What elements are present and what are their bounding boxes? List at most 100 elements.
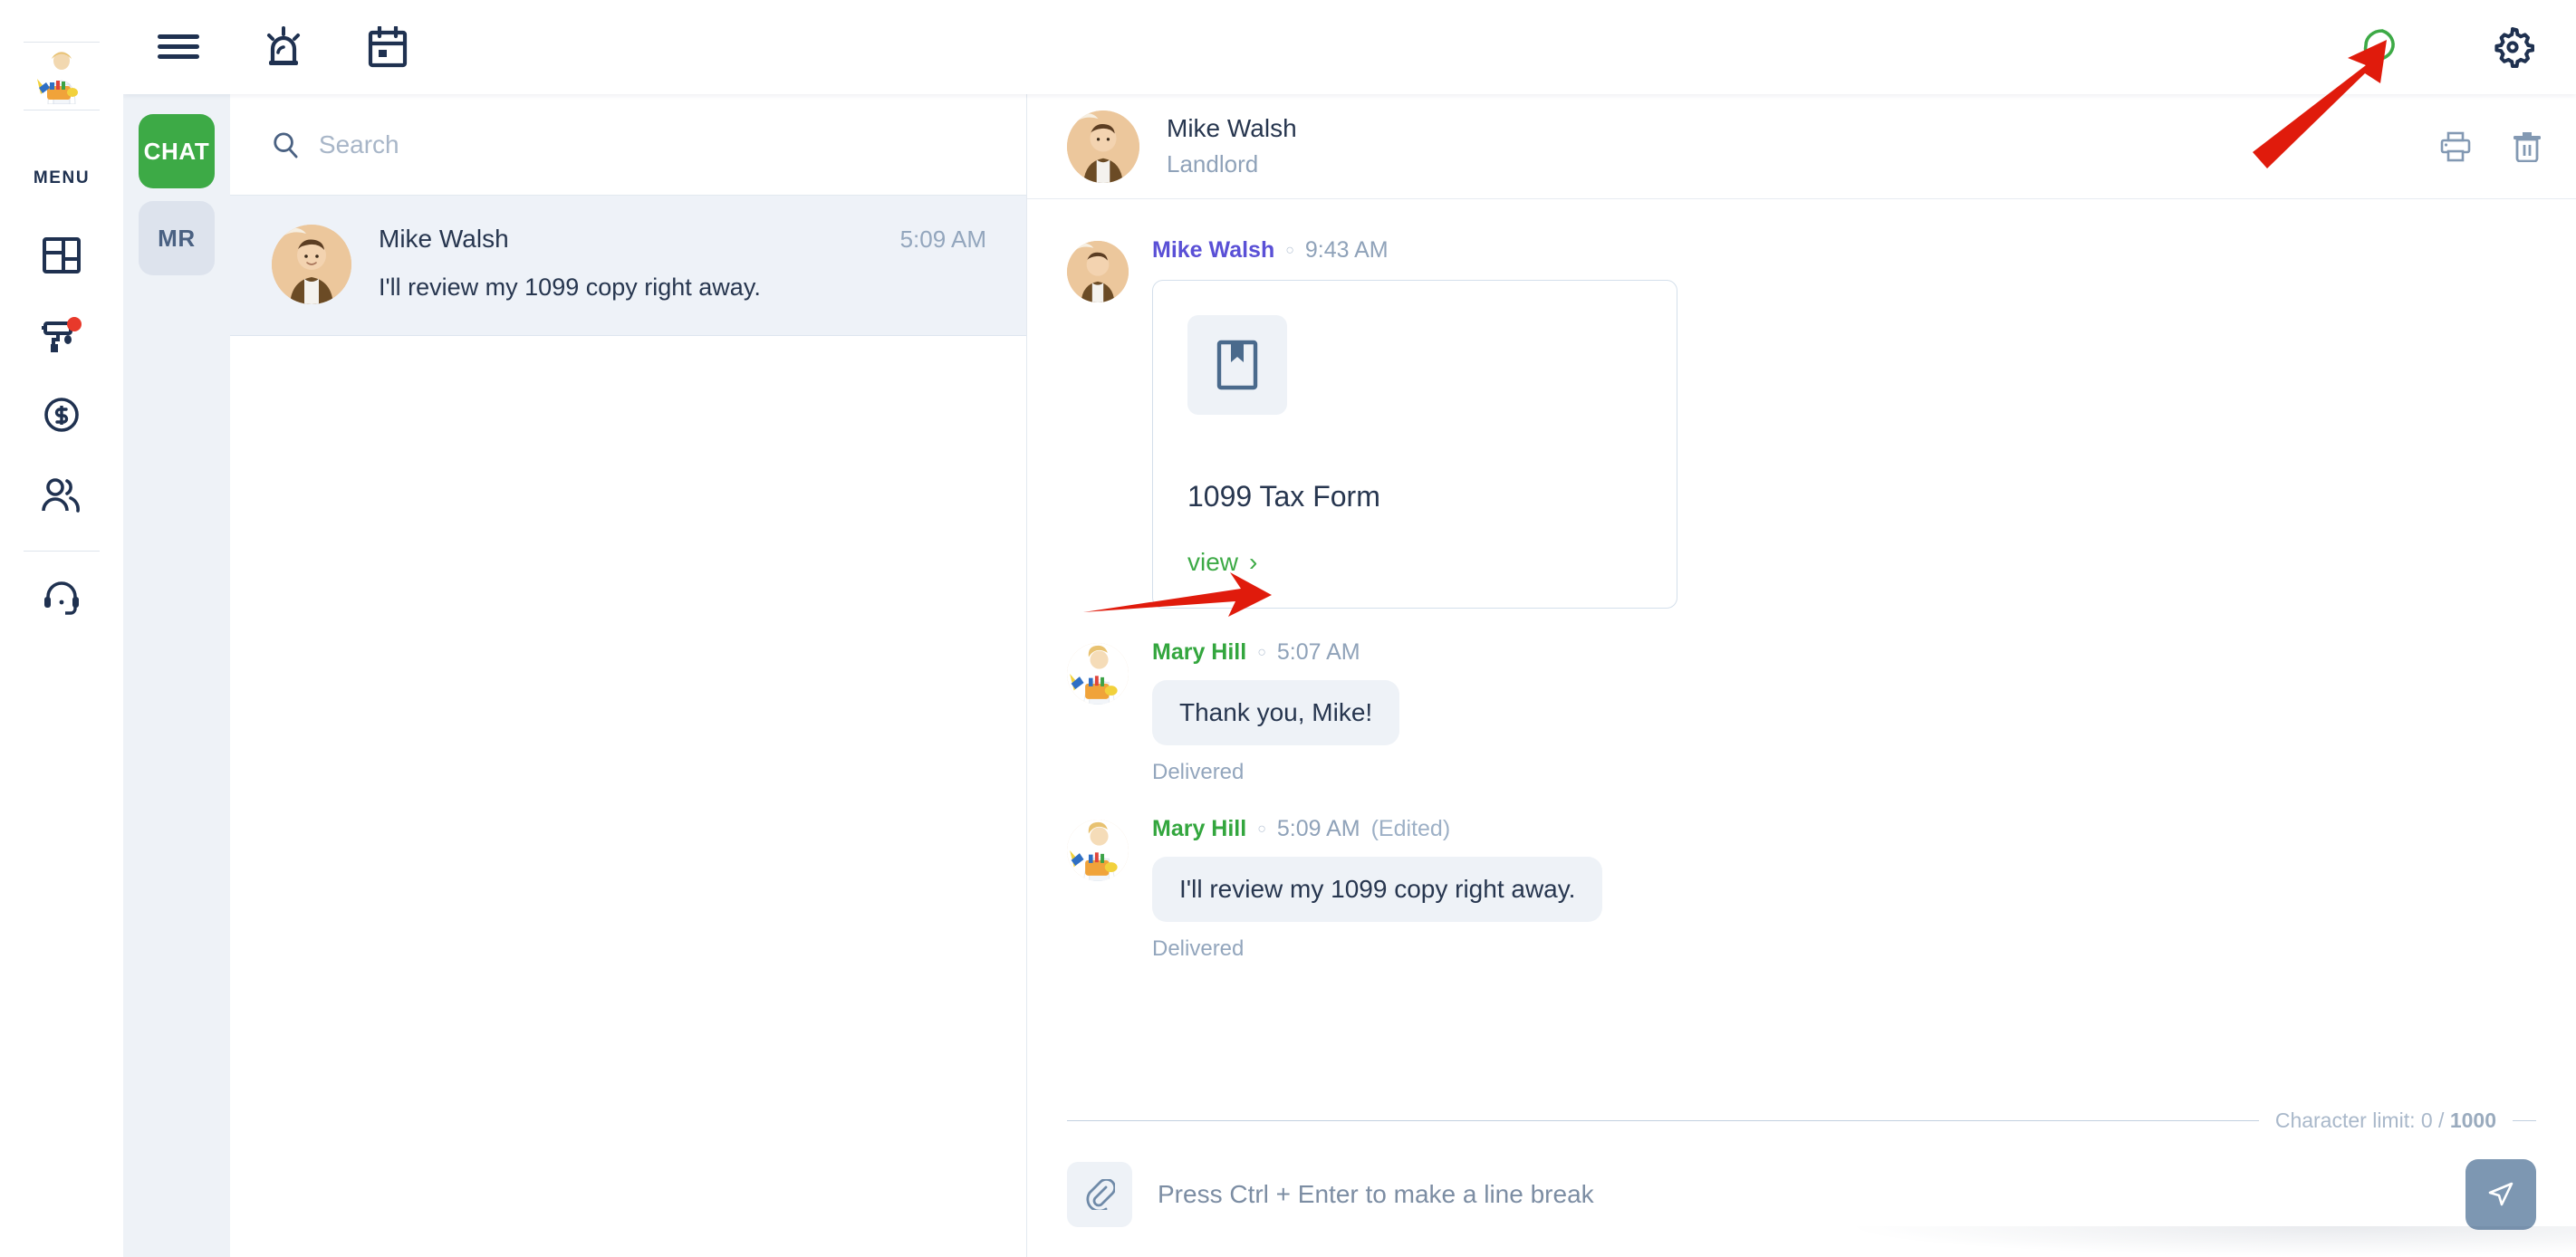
message-item: Mike Walsh ○ 9:43 AM 1099 Tax Form view … bbox=[1027, 237, 2576, 609]
message-status: Delivered bbox=[1152, 936, 1245, 961]
chat-pane: Mike Walsh Landlord Mike Walsh ○ 9:43 AM… bbox=[1027, 94, 2576, 1257]
chat-bubble-icon bbox=[2363, 29, 2395, 65]
chat-contact-name: Mike Walsh bbox=[1167, 114, 1297, 142]
conversation-preview: I'll review my 1099 copy right away. bbox=[379, 273, 761, 301]
print-button[interactable] bbox=[2440, 131, 2471, 162]
message-time: 5:07 AM bbox=[1276, 639, 1360, 665]
search-icon bbox=[274, 131, 298, 158]
document-card[interactable]: 1099 Tax Form view › bbox=[1152, 280, 1677, 609]
headset-icon bbox=[44, 581, 79, 615]
sidebar-item-support[interactable] bbox=[29, 557, 94, 637]
message-separator-dot: ○ bbox=[1285, 242, 1294, 258]
chevron-right-icon: › bbox=[1249, 548, 1258, 576]
avatar bbox=[1067, 110, 1139, 183]
sidebar-item-maintenance[interactable] bbox=[29, 295, 94, 375]
app-root: MENU CHAT MR Search Mike Walsh 5:09 AM I… bbox=[0, 0, 2576, 1257]
message-header: Mary Hill ○ 5:07 AM bbox=[1152, 639, 2536, 666]
avatar bbox=[1067, 241, 1129, 302]
dollar-coin-icon bbox=[44, 398, 79, 432]
gear-icon bbox=[2494, 27, 2534, 68]
sidebar-item-dashboard[interactable] bbox=[29, 216, 94, 295]
character-limit-prefix: Character limit: 0 / bbox=[2274, 1108, 2450, 1132]
attach-file-button[interactable] bbox=[1067, 1162, 1132, 1227]
user-avatar[interactable] bbox=[24, 43, 100, 110]
message-item: Mary Hill ○ 5:07 AM Thank you, Mike! Del… bbox=[1027, 639, 2576, 785]
message-time: 9:43 AM bbox=[1304, 237, 1389, 263]
chat-header-actions bbox=[2440, 131, 2542, 162]
composer-row bbox=[1027, 1136, 2576, 1257]
chat-module-tabs: CHAT MR bbox=[123, 94, 230, 1257]
dashboard-grid-icon bbox=[43, 237, 81, 273]
hamburger-menu-button[interactable] bbox=[158, 33, 199, 62]
notification-badge bbox=[67, 317, 82, 331]
conversation-list-item[interactable]: Mike Walsh 5:09 AM I'll review my 1099 c… bbox=[230, 196, 1026, 336]
conversation-time: 5:09 AM bbox=[899, 225, 986, 253]
message-separator-dot: ○ bbox=[1257, 820, 1266, 837]
contact-avatar-icon bbox=[1067, 110, 1139, 183]
message-input[interactable] bbox=[1158, 1167, 2440, 1222]
character-limit-label: Character limit: 0 / 1000 bbox=[2275, 1108, 2496, 1133]
message-author: Mike Walsh bbox=[1152, 237, 1275, 263]
top-bar-left-actions bbox=[158, 25, 408, 69]
avatar bbox=[272, 225, 351, 304]
avatar-illustration-icon bbox=[37, 52, 78, 104]
conversation-name: Mike Walsh bbox=[379, 225, 509, 253]
send-button[interactable] bbox=[2465, 1159, 2536, 1230]
character-limit-row: Character limit: 0 / 1000 bbox=[1027, 1105, 2576, 1136]
avatar bbox=[1067, 643, 1129, 705]
document-view-label: view bbox=[1187, 548, 1239, 576]
bookmark-document-icon bbox=[1216, 340, 1258, 390]
tab-chat[interactable]: CHAT bbox=[139, 114, 215, 188]
main-column: CHAT MR Search Mike Walsh 5:09 AM I'll r… bbox=[123, 0, 2576, 1257]
message-body: Mike Walsh ○ 9:43 AM 1099 Tax Form view … bbox=[1152, 237, 2536, 609]
document-icon-container bbox=[1187, 315, 1287, 415]
message-author: Mary Hill bbox=[1152, 639, 1247, 665]
conversation-body: Mike Walsh 5:09 AM I'll review my 1099 c… bbox=[379, 225, 986, 304]
chat-contact-role: Landlord bbox=[1167, 150, 1259, 178]
character-limit-max: 1000 bbox=[2449, 1108, 2496, 1132]
sidebar-item-tenants[interactable] bbox=[29, 455, 94, 534]
divider-line-left bbox=[1067, 1119, 2259, 1121]
paperclip-icon bbox=[1086, 1179, 1115, 1210]
alarm-siren-icon bbox=[267, 26, 300, 65]
users-icon bbox=[42, 478, 80, 513]
calendar-button[interactable] bbox=[368, 26, 408, 68]
document-view-link[interactable]: view › bbox=[1187, 548, 1257, 577]
chat-button[interactable] bbox=[2360, 25, 2404, 69]
menu-section-label: MENU bbox=[33, 168, 91, 187]
message-header: Mary Hill ○ 5:09 AM (Edited) bbox=[1152, 816, 2536, 842]
calendar-icon bbox=[368, 26, 408, 68]
document-title: 1099 Tax Form bbox=[1187, 480, 1380, 513]
body-row: CHAT MR Search Mike Walsh 5:09 AM I'll r… bbox=[123, 94, 2576, 1257]
alerts-button[interactable] bbox=[263, 25, 304, 69]
message-list: Mike Walsh ○ 9:43 AM 1099 Tax Form view … bbox=[1027, 199, 2576, 1105]
self-avatar-icon bbox=[1067, 820, 1129, 881]
chat-header: Mike Walsh Landlord bbox=[1027, 94, 2576, 199]
delete-button[interactable] bbox=[2513, 131, 2542, 162]
message-bubble: I'll review my 1099 copy right away. bbox=[1152, 857, 1603, 922]
message-author: Mary Hill bbox=[1152, 816, 1247, 841]
search-bar bbox=[230, 94, 1026, 196]
chat-contact-meta: Mike Walsh Landlord bbox=[1167, 114, 2440, 178]
tab-mr[interactable]: MR bbox=[139, 201, 215, 275]
message-time: 5:09 AM bbox=[1276, 816, 1360, 841]
conversation-list-panel: Mike Walsh 5:09 AM I'll review my 1099 c… bbox=[230, 94, 1027, 1257]
message-body: Mary Hill ○ 5:09 AM (Edited) I'll review… bbox=[1152, 816, 2536, 962]
print-icon bbox=[2440, 131, 2471, 161]
message-item: Mary Hill ○ 5:09 AM (Edited) I'll review… bbox=[1027, 816, 2576, 962]
message-edited-flag: (Edited) bbox=[1370, 816, 1451, 841]
search-input[interactable] bbox=[318, 94, 990, 195]
sidebar-item-payments[interactable] bbox=[29, 375, 94, 455]
message-separator-dot: ○ bbox=[1257, 644, 1266, 660]
conversation-top-row: Mike Walsh 5:09 AM bbox=[379, 225, 986, 254]
message-header: Mike Walsh ○ 9:43 AM bbox=[1152, 237, 2536, 264]
message-bubble: Thank you, Mike! bbox=[1152, 680, 1400, 745]
message-status: Delivered bbox=[1152, 760, 1245, 784]
composer: Character limit: 0 / 1000 bbox=[1027, 1105, 2576, 1257]
trash-icon bbox=[2514, 131, 2541, 162]
top-bar bbox=[123, 0, 2576, 94]
settings-button[interactable] bbox=[2491, 25, 2534, 69]
send-paper-plane-icon bbox=[2488, 1182, 2514, 1206]
message-body: Mary Hill ○ 5:07 AM Thank you, Mike! Del… bbox=[1152, 639, 2536, 785]
left-rail: MENU bbox=[0, 0, 123, 1257]
